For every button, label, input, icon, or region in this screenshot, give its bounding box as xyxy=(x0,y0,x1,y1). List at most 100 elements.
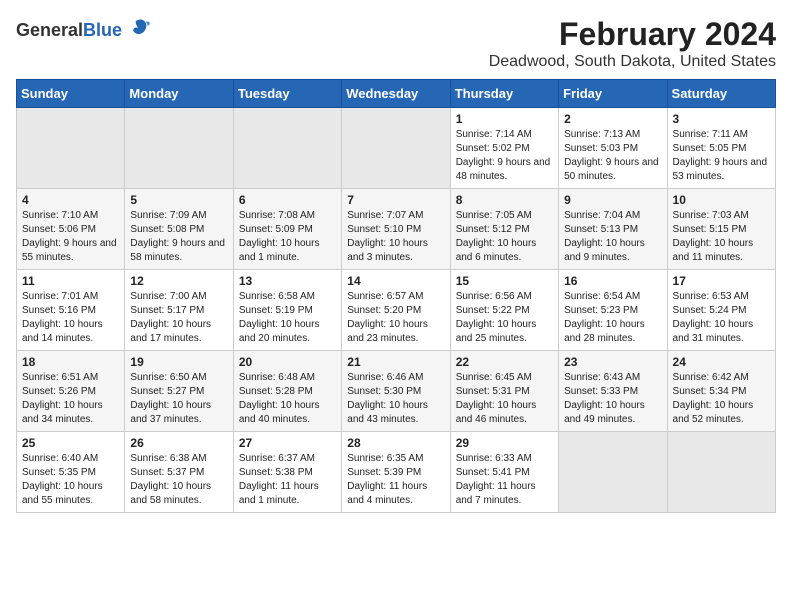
col-thursday: Thursday xyxy=(450,80,558,108)
calendar-header-row: Sunday Monday Tuesday Wednesday Thursday… xyxy=(17,80,776,108)
day-number: 13 xyxy=(239,274,336,288)
table-row: 27 Sunrise: 6:37 AM Sunset: 5:38 PM Dayli… xyxy=(233,432,341,513)
day-number: 9 xyxy=(564,193,661,207)
day-info: Sunrise: 7:00 AM Sunset: 5:17 PM Dayligh… xyxy=(130,290,227,346)
day-number: 15 xyxy=(456,274,553,288)
calendar-week-row: 18 Sunrise: 6:51 AM Sunset: 5:26 PM Dayli… xyxy=(17,351,776,432)
table-row: 9 Sunrise: 7:04 AM Sunset: 5:13 PM Daylig… xyxy=(559,189,667,270)
day-info: Sunrise: 7:03 AM Sunset: 5:15 PM Dayligh… xyxy=(673,209,770,265)
day-info: Sunrise: 6:37 AM Sunset: 5:38 PM Dayligh… xyxy=(239,452,336,508)
day-info: Sunrise: 6:56 AM Sunset: 5:22 PM Dayligh… xyxy=(456,290,553,346)
day-number: 29 xyxy=(456,436,553,450)
col-friday: Friday xyxy=(559,80,667,108)
col-tuesday: Tuesday xyxy=(233,80,341,108)
day-number: 21 xyxy=(347,355,444,369)
day-info: Sunrise: 6:54 AM Sunset: 5:23 PM Dayligh… xyxy=(564,290,661,346)
day-number: 26 xyxy=(130,436,227,450)
calendar-week-row: 1 Sunrise: 7:14 AM Sunset: 5:02 PM Daylig… xyxy=(17,108,776,189)
day-number: 27 xyxy=(239,436,336,450)
day-info: Sunrise: 6:40 AM Sunset: 5:35 PM Dayligh… xyxy=(22,452,119,508)
day-info: Sunrise: 6:57 AM Sunset: 5:20 PM Dayligh… xyxy=(347,290,444,346)
table-row: 1 Sunrise: 7:14 AM Sunset: 5:02 PM Daylig… xyxy=(450,108,558,189)
table-row: 7 Sunrise: 7:07 AM Sunset: 5:10 PM Daylig… xyxy=(342,189,450,270)
table-row: 11 Sunrise: 7:01 AM Sunset: 5:16 PM Dayli… xyxy=(17,270,125,351)
table-row: 19Sunrise: 6:50 AM Sunset: 5:27 PM Dayli… xyxy=(125,351,233,432)
table-row: 18 Sunrise: 6:51 AM Sunset: 5:26 PM Dayli… xyxy=(17,351,125,432)
table-row: 26 Sunrise: 6:38 AM Sunset: 5:37 PM Dayli… xyxy=(125,432,233,513)
table-row: 12 Sunrise: 7:00 AM Sunset: 5:17 PM Dayli… xyxy=(125,270,233,351)
table-row: 15 Sunrise: 6:56 AM Sunset: 5:22 PM Dayli… xyxy=(450,270,558,351)
day-number: 16 xyxy=(564,274,661,288)
day-info: Sunrise: 7:13 AM Sunset: 5:03 PM Dayligh… xyxy=(564,128,661,184)
table-row: 24 Sunrise: 6:42 AM Sunset: 5:34 PM Dayli… xyxy=(667,351,775,432)
day-info: Sunrise: 6:51 AM Sunset: 5:26 PM Dayligh… xyxy=(22,371,119,427)
day-number: 1 xyxy=(456,112,553,126)
day-number: 8 xyxy=(456,193,553,207)
logo-general: General xyxy=(16,20,83,40)
table-row: 29 Sunrise: 6:33 AM Sunset: 5:41 PM Dayli… xyxy=(450,432,558,513)
calendar-table: Sunday Monday Tuesday Wednesday Thursday… xyxy=(16,79,776,513)
day-info: Sunrise: 7:14 AM Sunset: 5:02 PM Dayligh… xyxy=(456,128,553,184)
day-number: 11 xyxy=(22,274,119,288)
day-number: 25 xyxy=(22,436,119,450)
table-row: 17Sunrise: 6:53 AM Sunset: 5:24 PM Dayli… xyxy=(667,270,775,351)
table-row xyxy=(559,432,667,513)
day-number: 2 xyxy=(564,112,661,126)
day-number: 22 xyxy=(456,355,553,369)
calendar-week-row: 4Sunrise: 7:10 AM Sunset: 5:06 PM Daylig… xyxy=(17,189,776,270)
day-info: Sunrise: 6:35 AM Sunset: 5:39 PM Dayligh… xyxy=(347,452,444,508)
day-number: 4 xyxy=(22,193,119,207)
day-number: 28 xyxy=(347,436,444,450)
table-row: 25 Sunrise: 6:40 AM Sunset: 5:35 PM Dayli… xyxy=(17,432,125,513)
day-info: Sunrise: 6:48 AM Sunset: 5:28 PM Dayligh… xyxy=(239,371,336,427)
day-number: 12 xyxy=(130,274,227,288)
day-number: 18 xyxy=(22,355,119,369)
table-row: 3 Sunrise: 7:11 AM Sunset: 5:05 PM Daylig… xyxy=(667,108,775,189)
table-row: 28 Sunrise: 6:35 AM Sunset: 5:39 PM Dayli… xyxy=(342,432,450,513)
logo-blue: Blue xyxy=(83,20,122,40)
day-info: Sunrise: 7:09 AM Sunset: 5:08 PM Dayligh… xyxy=(130,209,227,265)
table-row: 22Sunrise: 6:45 AM Sunset: 5:31 PM Dayli… xyxy=(450,351,558,432)
table-row: 23Sunrise: 6:43 AM Sunset: 5:33 PM Dayli… xyxy=(559,351,667,432)
day-info: Sunrise: 7:05 AM Sunset: 5:12 PM Dayligh… xyxy=(456,209,553,265)
table-row xyxy=(342,108,450,189)
table-row xyxy=(233,108,341,189)
page-header: GeneralBlue February 2024 Deadwood, Sout… xyxy=(16,16,776,71)
day-info: Sunrise: 6:38 AM Sunset: 5:37 PM Dayligh… xyxy=(130,452,227,508)
table-row: 13Sunrise: 6:58 AM Sunset: 5:19 PM Dayli… xyxy=(233,270,341,351)
logo-text: GeneralBlue xyxy=(16,20,122,41)
table-row: 20 Sunrise: 6:48 AM Sunset: 5:28 PM Dayli… xyxy=(233,351,341,432)
table-row: 5Sunrise: 7:09 AM Sunset: 5:08 PM Daylig… xyxy=(125,189,233,270)
table-row xyxy=(667,432,775,513)
day-number: 3 xyxy=(673,112,770,126)
day-number: 20 xyxy=(239,355,336,369)
calendar-title: February 2024 xyxy=(489,16,776,53)
day-info: Sunrise: 6:42 AM Sunset: 5:34 PM Dayligh… xyxy=(673,371,770,427)
table-row: 10 Sunrise: 7:03 AM Sunset: 5:15 PM Dayli… xyxy=(667,189,775,270)
calendar-week-row: 25 Sunrise: 6:40 AM Sunset: 5:35 PM Dayli… xyxy=(17,432,776,513)
day-number: 24 xyxy=(673,355,770,369)
table-row xyxy=(125,108,233,189)
day-info: Sunrise: 7:07 AM Sunset: 5:10 PM Dayligh… xyxy=(347,209,444,265)
table-row: 4Sunrise: 7:10 AM Sunset: 5:06 PM Daylig… xyxy=(17,189,125,270)
col-sunday: Sunday xyxy=(17,80,125,108)
day-number: 19 xyxy=(130,355,227,369)
day-number: 23 xyxy=(564,355,661,369)
day-info: Sunrise: 6:46 AM Sunset: 5:30 PM Dayligh… xyxy=(347,371,444,427)
day-number: 6 xyxy=(239,193,336,207)
table-row: 14Sunrise: 6:57 AM Sunset: 5:20 PM Dayli… xyxy=(342,270,450,351)
table-row: 8 Sunrise: 7:05 AM Sunset: 5:12 PM Daylig… xyxy=(450,189,558,270)
col-monday: Monday xyxy=(125,80,233,108)
day-number: 10 xyxy=(673,193,770,207)
day-info: Sunrise: 7:04 AM Sunset: 5:13 PM Dayligh… xyxy=(564,209,661,265)
day-info: Sunrise: 7:01 AM Sunset: 5:16 PM Dayligh… xyxy=(22,290,119,346)
day-number: 7 xyxy=(347,193,444,207)
day-number: 17 xyxy=(673,274,770,288)
logo-bird-icon xyxy=(124,16,152,44)
day-info: Sunrise: 6:33 AM Sunset: 5:41 PM Dayligh… xyxy=(456,452,553,508)
logo: GeneralBlue xyxy=(16,16,152,44)
col-wednesday: Wednesday xyxy=(342,80,450,108)
calendar-week-row: 11 Sunrise: 7:01 AM Sunset: 5:16 PM Dayli… xyxy=(17,270,776,351)
day-info: Sunrise: 7:11 AM Sunset: 5:05 PM Dayligh… xyxy=(673,128,770,184)
title-block: February 2024 Deadwood, South Dakota, Un… xyxy=(489,16,776,71)
